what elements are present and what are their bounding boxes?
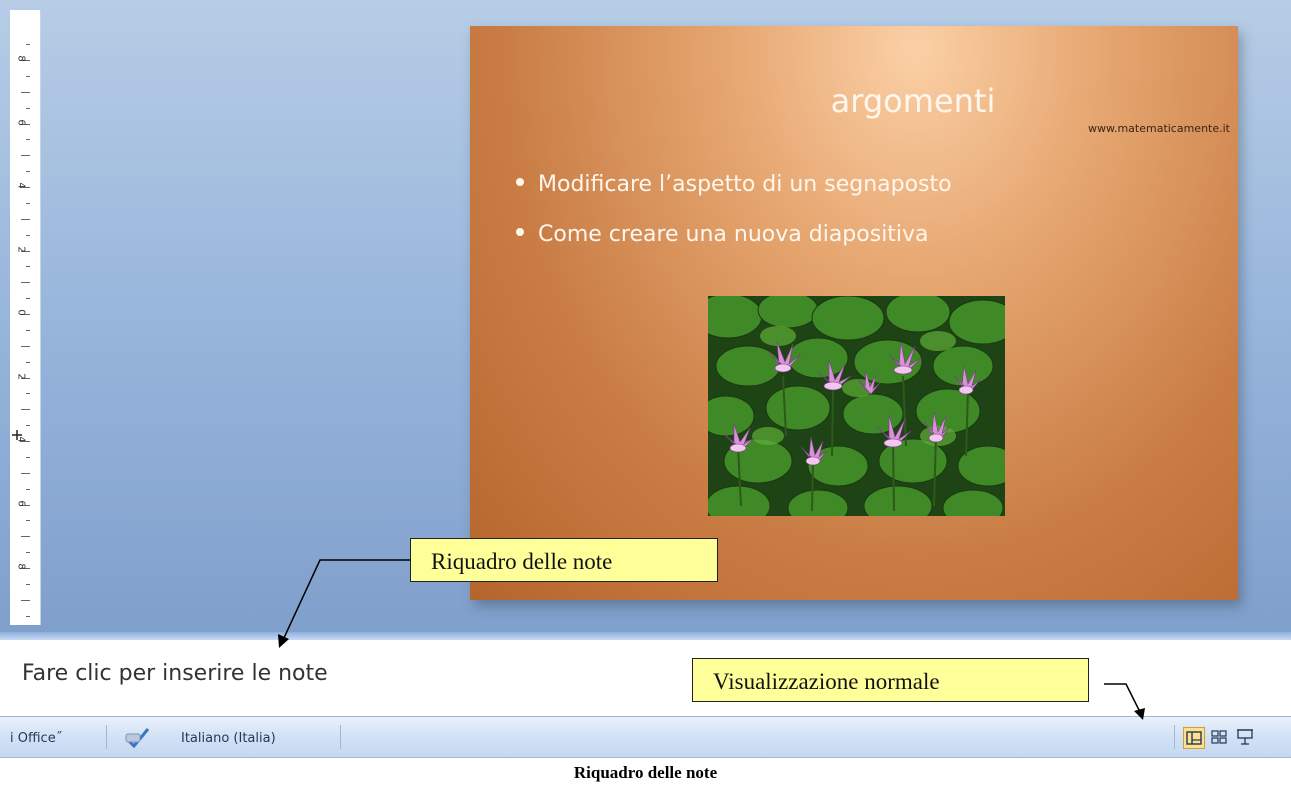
status-divider xyxy=(106,725,107,749)
ruler-tick xyxy=(26,456,30,458)
ruler-label: 8 xyxy=(15,563,27,570)
slideshow-view-icon xyxy=(1237,729,1253,745)
slide-bullet-2[interactable]: Come creare una nuova diapositiva xyxy=(516,222,929,247)
slide-title[interactable]: argomenti xyxy=(470,82,1238,120)
ruler-tick xyxy=(26,298,30,300)
vertical-ruler[interactable]: 864202468 xyxy=(10,10,41,625)
bullet-text: Modificare l’aspetto di un segnaposto xyxy=(538,172,952,197)
ruler-tick xyxy=(26,329,30,331)
ruler-tick xyxy=(26,171,30,173)
ruler-tick xyxy=(26,202,30,204)
slide-canvas[interactable]: argomenti www.matematicamente.it Modific… xyxy=(470,26,1238,600)
slide-bullet-1[interactable]: Modificare l’aspetto di un segnaposto xyxy=(516,172,952,197)
ruler-tick xyxy=(21,599,30,601)
ruler-tick xyxy=(26,393,30,395)
slide-workspace: 864202468 argomenti www.matematicamente.… xyxy=(0,0,1291,640)
water-lily-photo[interactable] xyxy=(708,296,1005,516)
normal-view-icon xyxy=(1186,731,1202,745)
ruler-tick xyxy=(26,520,30,522)
ruler-label: 2 xyxy=(15,372,27,380)
ruler-tick xyxy=(21,345,30,347)
ruler-tick xyxy=(21,409,30,411)
slide-url-text[interactable]: www.matematicamente.it xyxy=(1088,122,1230,135)
slide-sorter-view-button[interactable] xyxy=(1209,727,1231,749)
bullet-dot xyxy=(516,178,524,186)
ruler-tick xyxy=(26,615,30,617)
bullet-text: Come creare una nuova diapositiva xyxy=(538,222,929,247)
ruler-tick xyxy=(26,488,30,490)
normal-view-callout: Visualizzazione normale xyxy=(692,658,1089,702)
ruler-tick xyxy=(26,234,30,236)
notes-pane-splitter[interactable] xyxy=(0,632,1291,640)
ruler-tick xyxy=(26,107,30,109)
water-lily-image xyxy=(708,296,1005,516)
bullet-dot xyxy=(516,228,524,236)
ruler-tick xyxy=(21,536,30,538)
ruler-tick xyxy=(21,218,30,220)
ruler-tick xyxy=(21,91,30,93)
ruler-label: 2 xyxy=(15,245,27,253)
ruler-tick xyxy=(26,139,30,141)
ruler-tick xyxy=(26,361,30,363)
ruler-tick xyxy=(21,155,30,157)
slideshow-view-button[interactable] xyxy=(1235,727,1257,749)
office-status-text: i Office˝ xyxy=(10,731,63,746)
figure-caption: Riquadro delle note xyxy=(573,763,718,782)
ruler-tick xyxy=(26,552,30,554)
ruler-tick xyxy=(26,583,30,585)
ruler-tick xyxy=(21,282,30,284)
status-divider xyxy=(1174,725,1175,749)
ruler-label: 0 xyxy=(15,309,27,316)
ruler-label: 6 xyxy=(15,499,27,507)
ruler-label: 6 xyxy=(15,118,27,126)
status-divider xyxy=(340,725,341,749)
ruler-tick xyxy=(21,472,30,474)
ruler-marker-icon[interactable] xyxy=(10,428,24,442)
ruler-label: 4 xyxy=(15,182,27,189)
ruler-tick xyxy=(26,75,30,77)
slide-sorter-view-icon xyxy=(1211,730,1227,744)
normal-view-button[interactable] xyxy=(1183,727,1205,749)
language-status[interactable]: Italiano (Italia) xyxy=(181,731,276,746)
notes-placeholder[interactable]: Fare clic per inserire le note xyxy=(22,661,328,686)
ruler-tick xyxy=(26,425,30,427)
ruler-tick xyxy=(26,44,30,46)
proofing-check-icon[interactable] xyxy=(124,726,152,748)
notes-pane-callout: Riquadro delle note xyxy=(410,538,718,582)
ruler-tick xyxy=(26,266,30,268)
ruler-label: 8 xyxy=(15,55,27,62)
status-bar: i Office˝ Italiano (Italia) xyxy=(0,716,1291,758)
